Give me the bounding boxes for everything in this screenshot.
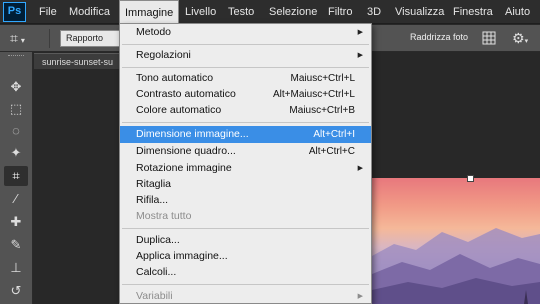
- ratio-select[interactable]: Rapporto: [60, 30, 122, 47]
- menu-item-duplica[interactable]: Duplica...: [120, 232, 371, 249]
- photoshop-logo: Ps: [3, 2, 26, 22]
- menu-item-shortcut: Alt+Ctrl+C: [308, 146, 355, 157]
- menu-separator: [122, 228, 369, 229]
- menu-item-rotazione-immagine[interactable]: Rotazione immagine ▶: [120, 160, 371, 177]
- menu-separator: [122, 44, 369, 45]
- menu-item-dimensione-quadro[interactable]: Dimensione quadro... Alt+Ctrl+C: [120, 143, 371, 160]
- menu-item-label: Contrasto automatico: [136, 88, 236, 100]
- move-tool-icon[interactable]: ✥: [4, 77, 28, 97]
- menu-item-tono-automatico[interactable]: Tono automatico Maiusc+Ctrl+L: [120, 70, 371, 87]
- menu-item-ritaglia[interactable]: Ritaglia: [120, 176, 371, 193]
- menu-item-label: Applica immagine...: [136, 250, 228, 262]
- menu-item-label: Dimensione immagine...: [136, 128, 249, 140]
- menu-item-label: Rifila...: [136, 194, 169, 206]
- magic-wand-tool-icon[interactable]: ✦: [4, 143, 28, 163]
- menu-item-label: Tono automatico: [136, 72, 214, 84]
- menu-item-label: Duplica...: [136, 234, 180, 246]
- menu-separator: [122, 122, 369, 123]
- menu-item-metodo[interactable]: Metodo ▶: [120, 24, 371, 41]
- submenu-arrow-icon: ▶: [357, 165, 363, 172]
- crop-icon[interactable]: ⌗ ▾: [10, 31, 25, 48]
- brush-tool-icon[interactable]: ✎: [4, 235, 28, 255]
- menu-selezione[interactable]: Selezione: [264, 0, 322, 24]
- eyedropper-tool-icon[interactable]: ⁄: [4, 189, 28, 209]
- menu-item-mostra-tutto: Mostra tutto: [120, 208, 371, 225]
- menu-item-regolazioni[interactable]: Regolazioni ▶: [120, 47, 371, 64]
- history-brush-tool-icon[interactable]: ↺: [4, 281, 28, 301]
- submenu-arrow-icon: ▶: [357, 293, 363, 300]
- menu-item-shortcut: Maiusc+Ctrl+L: [290, 73, 355, 84]
- menu-visualizza[interactable]: Visualizza: [390, 0, 449, 24]
- menu-livello[interactable]: Livello: [180, 0, 221, 24]
- crop-tool-icon[interactable]: ⌗: [4, 166, 28, 186]
- menu-item-shortcut: Alt+Ctrl+I: [313, 129, 355, 140]
- menu-3d[interactable]: 3D: [362, 0, 386, 24]
- mountain-silhouette: [372, 228, 540, 304]
- menu-item-contrasto-automatico[interactable]: Contrasto automatico Alt+Maiusc+Ctrl+L: [120, 86, 371, 103]
- lasso-tool-icon[interactable]: ◌: [4, 121, 28, 141]
- menu-finestra[interactable]: Finestra: [448, 0, 498, 24]
- submenu-arrow-icon: ▶: [357, 52, 363, 59]
- menu-item-label: Ritaglia: [136, 178, 172, 190]
- menu-item-dimensione-immagine[interactable]: Dimensione immagine... Alt+Ctrl+I: [120, 126, 371, 143]
- menu-item-colore-automatico[interactable]: Colore automatico Maiusc+Ctrl+B: [120, 102, 371, 119]
- stamp-tool-icon[interactable]: ⊥: [4, 258, 28, 278]
- menu-item-label: Dimensione quadro...: [136, 145, 236, 157]
- menu-item-label: Mostra tutto: [136, 210, 192, 222]
- gear-icon[interactable]: ⚙▾: [512, 31, 528, 49]
- menu-item-label: Regolazioni: [136, 49, 191, 61]
- menu-file[interactable]: File: [34, 0, 62, 24]
- menu-item-label: Colore automatico: [136, 104, 222, 116]
- menu-separator: [122, 67, 369, 68]
- menu-immagine[interactable]: Immagine: [119, 0, 179, 25]
- menu-item-label: Rotazione immagine: [136, 162, 232, 174]
- menu-item-label: Calcoli...: [136, 266, 177, 278]
- menu-item-label: Metodo: [136, 26, 172, 38]
- marquee-tool-icon[interactable]: ⬚: [4, 99, 28, 119]
- menu-item-label: Variabili: [136, 290, 173, 302]
- canvas-image: [372, 178, 540, 304]
- crop-handle[interactable]: [467, 175, 474, 182]
- menu-item-rifila[interactable]: Rifila...: [120, 192, 371, 209]
- menu-item-variabili: Variabili ▶: [120, 288, 371, 304]
- menu-aiuto[interactable]: Aiuto: [500, 0, 535, 24]
- menu-item-calcoli[interactable]: Calcoli...: [120, 264, 371, 281]
- menu-modifica[interactable]: Modifica: [64, 0, 115, 24]
- menu-testo[interactable]: Testo: [223, 0, 259, 24]
- menu-item-applica-immagine[interactable]: Applica immagine...: [120, 248, 371, 265]
- menu-filtro[interactable]: Filtro: [323, 0, 357, 24]
- immagine-menu: Metodo ▶ Regolazioni ▶ Tono automatico M…: [119, 23, 372, 304]
- menu-separator: [122, 284, 369, 285]
- tools-panel: ✥ ⬚ ◌ ✦ ⌗ ⁄ ✚ ✎ ⊥ ↺: [0, 52, 33, 304]
- straighten-photo-button[interactable]: Raddrizza foto: [410, 32, 468, 42]
- menu-item-shortcut: Alt+Maiusc+Ctrl+L: [273, 89, 355, 100]
- menu-item-shortcut: Maiusc+Ctrl+B: [289, 105, 355, 116]
- healing-brush-tool-icon[interactable]: ✚: [4, 212, 28, 232]
- grid-overlay-icon[interactable]: [482, 31, 496, 48]
- menu-bar: Ps File Modifica Immagine Livello Testo …: [0, 0, 540, 25]
- submenu-arrow-icon: ▶: [357, 29, 363, 36]
